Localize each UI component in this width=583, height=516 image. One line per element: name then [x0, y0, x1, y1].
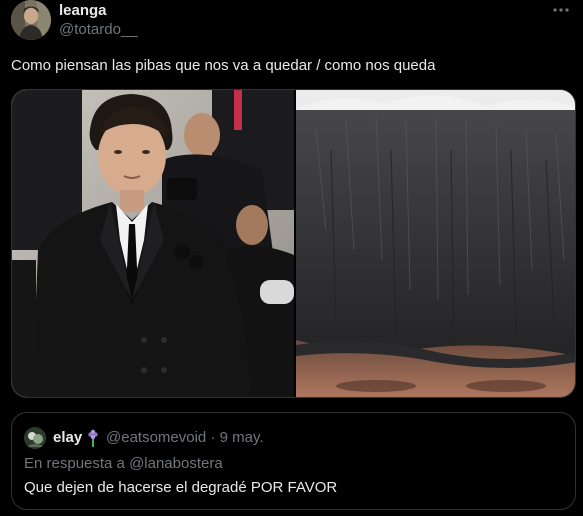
author-name-row[interactable]: leanga	[59, 2, 107, 20]
tweet-text: Como piensan las pibas que nos va a qued…	[11, 57, 436, 74]
more-horizontal-icon[interactable]	[551, 2, 571, 18]
hyacinth-icon	[86, 429, 100, 447]
quoted-author-avatar[interactable]	[24, 427, 46, 449]
author-handle[interactable]: @totardo__	[59, 21, 138, 39]
quoted-reply-context: En respuesta a @lanabostera	[24, 455, 223, 472]
quoted-tweet[interactable]: elay @eatsomevoid · 9 may. En respuesta …	[11, 412, 576, 510]
tweet-media[interactable]	[11, 89, 576, 398]
author-display-name[interactable]: leanga	[59, 2, 107, 19]
tweet: leanga @totardo__ Como piensan las pibas…	[0, 0, 583, 516]
quoted-display-name[interactable]: elay	[53, 429, 82, 447]
author-avatar[interactable]	[11, 0, 51, 40]
media-photo-hair[interactable]	[296, 90, 575, 397]
media-photo-suit[interactable]	[12, 90, 294, 397]
quoted-handle-time[interactable]: @eatsomevoid · 9 may.	[106, 429, 264, 447]
quoted-text: Que dejen de hacerse el degradé POR FAVO…	[24, 479, 338, 496]
